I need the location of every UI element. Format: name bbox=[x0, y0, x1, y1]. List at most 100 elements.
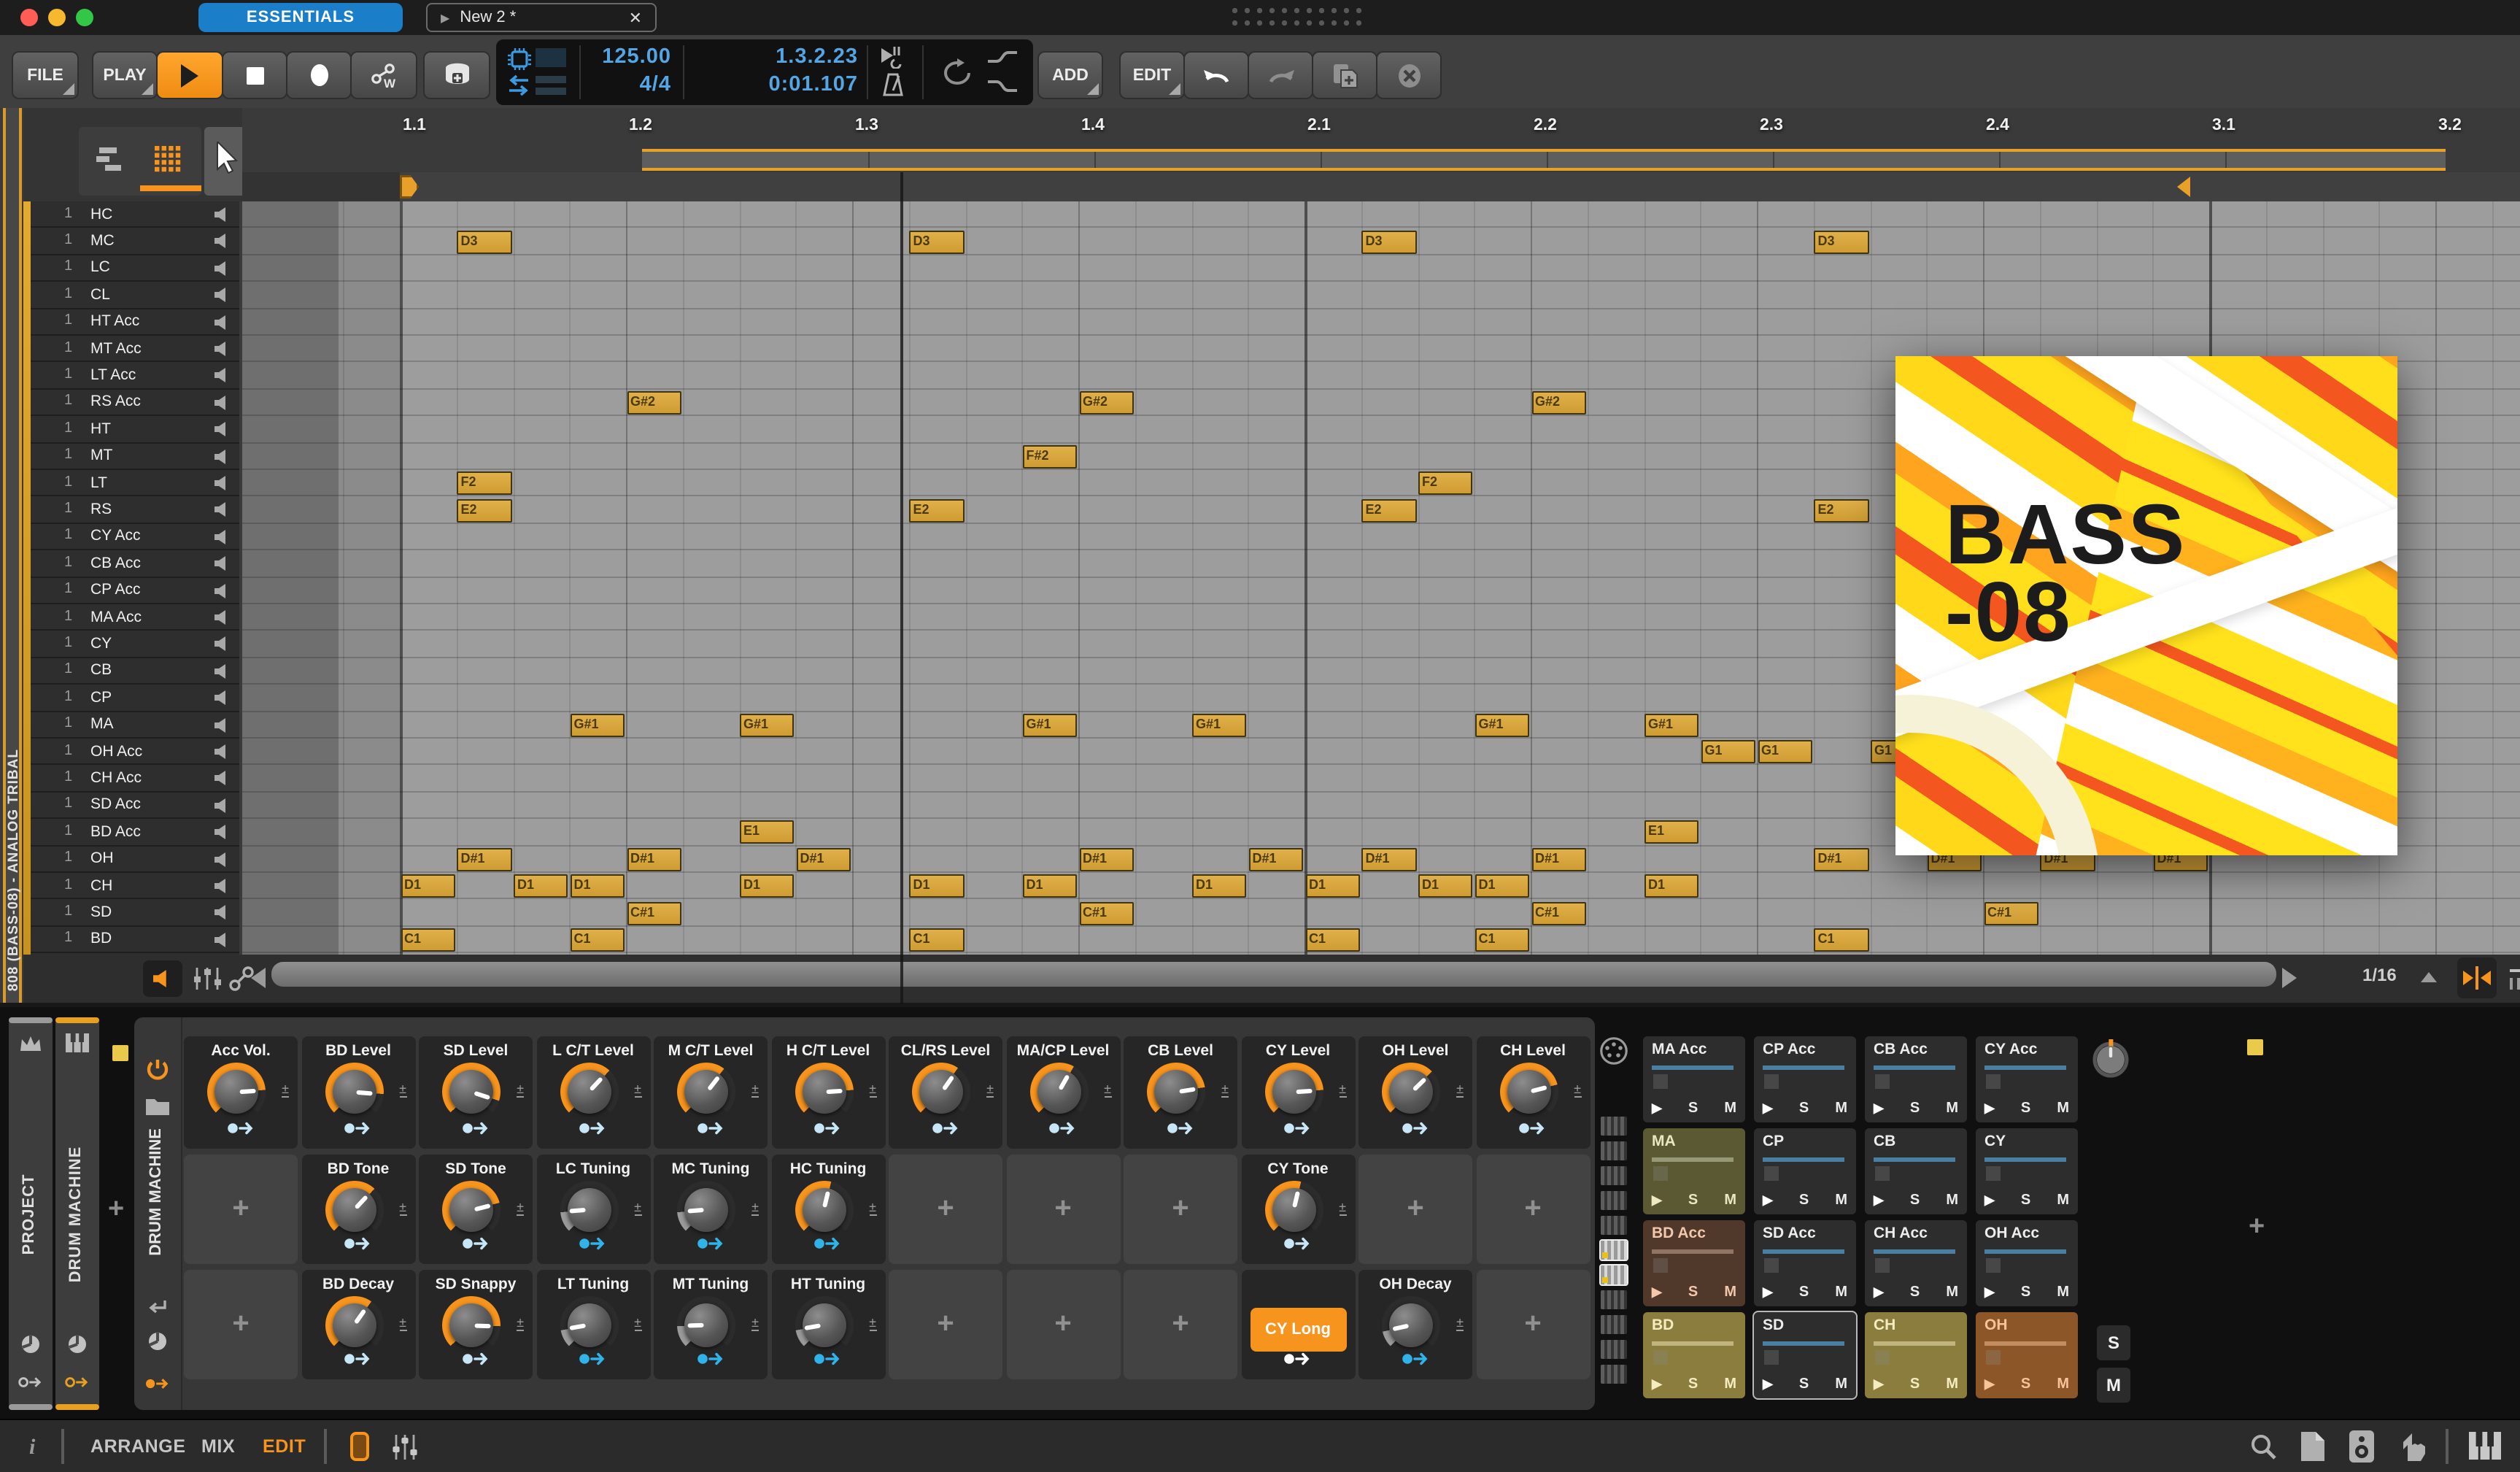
pad-play[interactable]: ▶ bbox=[1984, 1192, 1995, 1209]
note-D1[interactable]: D1 bbox=[1022, 874, 1077, 898]
duplicate-button[interactable] bbox=[1313, 53, 1376, 98]
horizontal-scrollbar[interactable] bbox=[271, 961, 2276, 986]
track-speaker-icon[interactable] bbox=[214, 502, 231, 517]
track-speaker-icon[interactable] bbox=[214, 852, 231, 867]
tempo-value[interactable]: 125.00 bbox=[569, 45, 671, 69]
note-G1[interactable]: G1 bbox=[1701, 740, 1755, 764]
pad-solo[interactable]: S bbox=[2021, 1101, 2030, 1117]
close-window-button[interactable] bbox=[20, 9, 38, 26]
tab-arrange[interactable]: ARRANGE bbox=[90, 1436, 186, 1457]
note-C1[interactable]: C1 bbox=[401, 928, 455, 952]
note-G#1[interactable]: G#1 bbox=[1192, 713, 1247, 737]
drum-pad-bd-acc[interactable]: BD Acc ▶ S M bbox=[1643, 1220, 1745, 1306]
track-speaker-icon[interactable] bbox=[214, 905, 231, 920]
expression-grid-icon[interactable] bbox=[1601, 1117, 1627, 1136]
note-G#2[interactable]: G#2 bbox=[627, 391, 681, 415]
track-row-CB Acc[interactable]: 1 CB Acc bbox=[23, 550, 239, 578]
track-speaker-icon[interactable] bbox=[214, 610, 231, 625]
transition-curve-icon[interactable] bbox=[986, 48, 1019, 66]
track-speaker-icon[interactable] bbox=[214, 529, 231, 544]
pad-mute[interactable]: M bbox=[1835, 1101, 1847, 1117]
play-start-marker[interactable] bbox=[400, 175, 419, 199]
audition-button[interactable] bbox=[143, 960, 182, 996]
note-expression-icon[interactable] bbox=[193, 964, 222, 992]
track-speaker-icon[interactable] bbox=[214, 476, 231, 490]
drum-pad-cy[interactable]: CY ▶ S M bbox=[1976, 1128, 2078, 1214]
pad-mute[interactable]: M bbox=[1835, 1192, 1847, 1209]
pad-solo[interactable]: S bbox=[1688, 1376, 1698, 1392]
undo-button[interactable] bbox=[1185, 53, 1248, 98]
track-row-MC[interactable]: 1 MC bbox=[23, 228, 239, 255]
pad-mute[interactable]: M bbox=[2057, 1284, 2069, 1300]
track-speaker-icon[interactable] bbox=[214, 422, 231, 437]
track-speaker-icon[interactable] bbox=[214, 663, 231, 679]
note-D#1[interactable]: D#1 bbox=[627, 847, 681, 871]
loop-icon[interactable] bbox=[940, 58, 975, 88]
note-C#1[interactable]: C#1 bbox=[627, 901, 681, 925]
mixer-panel-toggle-icon[interactable] bbox=[391, 1433, 419, 1461]
pad-mute[interactable]: M bbox=[1724, 1376, 1736, 1392]
note-E2[interactable]: E2 bbox=[909, 498, 964, 523]
track-row-RS Acc[interactable]: 1 RS Acc bbox=[23, 390, 239, 417]
position-value[interactable]: 1.3.2.23 bbox=[705, 45, 858, 69]
track-row-CL[interactable]: 1 CL bbox=[23, 282, 239, 309]
track-row-LC[interactable]: 1 LC bbox=[23, 255, 239, 282]
drum-pad-ma-acc[interactable]: MA Acc ▶ S M bbox=[1643, 1036, 1745, 1122]
track-row-RS[interactable]: 1 RS bbox=[23, 497, 239, 524]
track-speaker-icon[interactable] bbox=[214, 583, 231, 598]
note-D#1[interactable]: D#1 bbox=[1531, 847, 1586, 871]
fold-notes-button[interactable] bbox=[2457, 957, 2497, 998]
note-C#1[interactable]: C#1 bbox=[1531, 901, 1586, 925]
pad-play[interactable]: ▶ bbox=[1652, 1284, 1662, 1300]
pad-solo[interactable]: S bbox=[1799, 1101, 1809, 1117]
track-row-CP Acc[interactable]: 1 CP Acc bbox=[23, 577, 239, 604]
drum-pad-bd[interactable]: BD ▶ S M bbox=[1643, 1312, 1745, 1398]
drum-pad-ch-acc[interactable]: CH Acc ▶ S M bbox=[1865, 1220, 1967, 1306]
scroll-left-icon[interactable] bbox=[251, 967, 266, 987]
pad-mute[interactable]: M bbox=[1946, 1376, 1958, 1392]
pad-mute[interactable]: M bbox=[2057, 1192, 2069, 1209]
track-speaker-icon[interactable] bbox=[214, 690, 231, 706]
pad-solo[interactable]: S bbox=[1688, 1192, 1698, 1209]
workspace-button[interactable]: ESSENTIALS bbox=[198, 3, 403, 32]
note-G1[interactable]: G1 bbox=[1758, 740, 1812, 764]
note-D1[interactable]: D1 bbox=[570, 874, 625, 898]
note-D#1[interactable]: D#1 bbox=[1361, 847, 1416, 871]
pad-volume-knob[interactable] bbox=[2091, 1039, 2130, 1079]
track-row-LT[interactable]: 1 LT bbox=[23, 470, 239, 497]
info-icon[interactable]: i bbox=[29, 1436, 36, 1461]
tab-mix[interactable]: MIX bbox=[201, 1436, 235, 1457]
note-E1[interactable]: E1 bbox=[1644, 820, 1699, 844]
grid-size-stepper-icon[interactable] bbox=[2421, 971, 2437, 982]
note-D1[interactable]: D1 bbox=[401, 874, 455, 898]
drum-pad-ma[interactable]: MA ▶ S M bbox=[1643, 1128, 1745, 1214]
pad-play[interactable]: ▶ bbox=[1763, 1192, 1773, 1209]
redo-button[interactable] bbox=[1249, 53, 1312, 98]
edit-menu-button[interactable]: EDIT bbox=[1121, 53, 1183, 98]
note-D1[interactable]: D1 bbox=[909, 874, 964, 898]
pad-mute[interactable]: M bbox=[1724, 1192, 1736, 1209]
note-D#1[interactable]: D#1 bbox=[1814, 847, 1868, 871]
grid-size-value[interactable]: 1/16 bbox=[2362, 964, 2397, 984]
note-D3[interactable]: D3 bbox=[1814, 230, 1868, 254]
pad-play[interactable]: ▶ bbox=[1984, 1376, 1995, 1392]
pad-mute[interactable]: M bbox=[1835, 1284, 1847, 1300]
pad-mute[interactable]: M bbox=[1946, 1284, 1958, 1300]
drum-pad-oh[interactable]: OH ▶ S M bbox=[1976, 1312, 2078, 1398]
note-G#1[interactable]: G#1 bbox=[1022, 713, 1077, 737]
file-menu-button[interactable]: FILE bbox=[13, 53, 77, 98]
pad-play[interactable]: ▶ bbox=[1652, 1192, 1662, 1209]
pad-solo[interactable]: S bbox=[1910, 1192, 1920, 1209]
pad-play[interactable]: ▶ bbox=[1874, 1376, 1884, 1392]
drum-pad-cy-acc[interactable]: CY Acc ▶ S M bbox=[1976, 1036, 2078, 1122]
track-row-LT Acc[interactable]: 1 LT Acc bbox=[23, 363, 239, 390]
drum-pad-sd[interactable]: SD ▶ S M bbox=[1752, 1311, 1858, 1400]
pad-solo[interactable]: S bbox=[1799, 1376, 1809, 1392]
punch-in-icon[interactable] bbox=[878, 45, 905, 69]
note-D#1[interactable]: D#1 bbox=[1248, 847, 1303, 871]
track-row-BD Acc[interactable]: 1 BD Acc bbox=[23, 819, 239, 847]
expression-grid-icon[interactable] bbox=[1601, 1290, 1627, 1309]
track-row-HT[interactable]: 1 HT bbox=[23, 416, 239, 444]
note-G#2[interactable]: G#2 bbox=[1531, 391, 1586, 415]
pad-play[interactable]: ▶ bbox=[1984, 1284, 1995, 1300]
